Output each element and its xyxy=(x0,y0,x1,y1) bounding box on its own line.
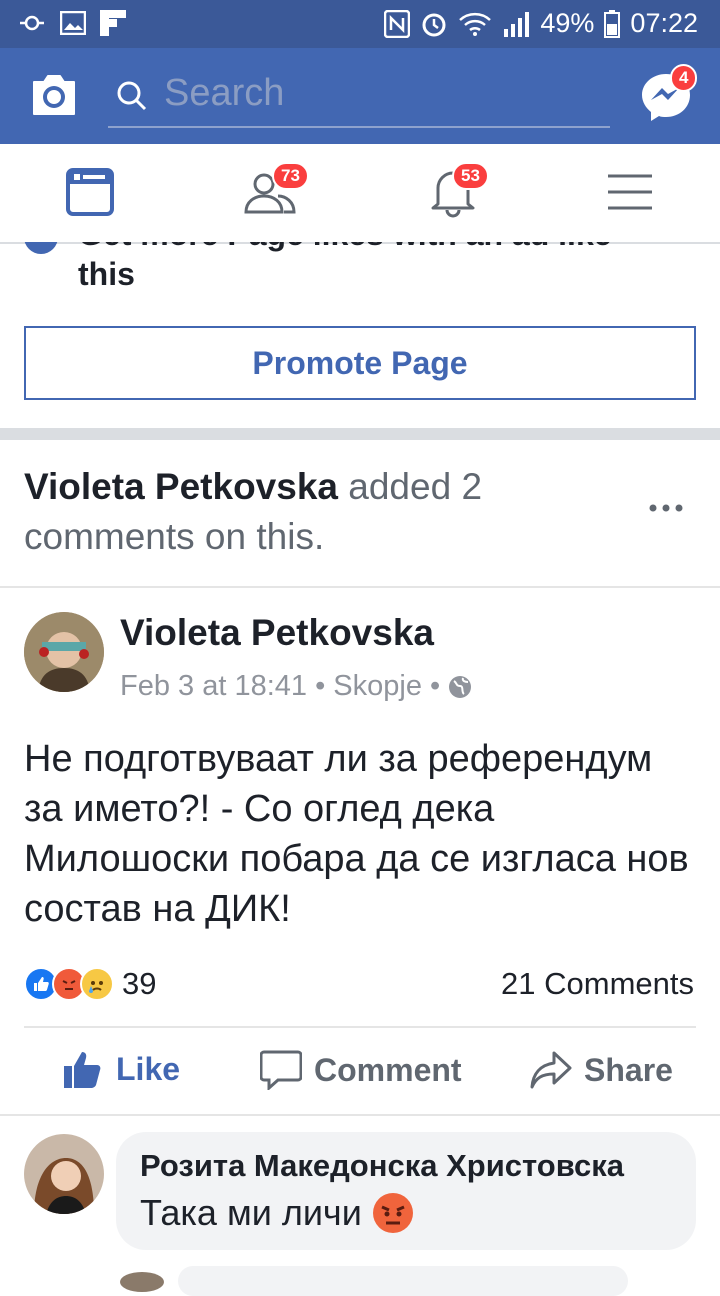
promo-partial-text: Get more Page likes with an ad like xyxy=(78,242,612,253)
tab-friends[interactable]: 73 xyxy=(244,162,309,219)
wifi-icon xyxy=(459,12,492,36)
globe-icon xyxy=(449,675,472,698)
avatar xyxy=(24,612,104,692)
battery-icon xyxy=(604,9,621,38)
nfc-icon xyxy=(384,9,411,38)
post-timestamp-location[interactable]: Feb 3 at 18:41 • Skopje • xyxy=(120,670,440,703)
tab-notifications[interactable]: 53 xyxy=(428,162,489,223)
more-options-button[interactable] xyxy=(648,500,684,518)
tab-bar: 73 53 xyxy=(0,144,720,244)
activity-actor[interactable]: Violeta Petkovska xyxy=(24,466,338,507)
comment-text: Така ми личи xyxy=(140,1192,362,1233)
divider xyxy=(0,586,720,588)
messenger-badge: 4 xyxy=(670,64,698,92)
tab-news-feed[interactable] xyxy=(66,168,114,221)
comment-bubble-icon xyxy=(260,1050,302,1090)
status-bar: 49% 07:22 xyxy=(0,0,720,48)
battery-percent: 49% xyxy=(540,8,595,38)
share-button[interactable]: Share xyxy=(530,1050,673,1090)
avatar xyxy=(24,1134,104,1214)
news-feed-icon xyxy=(66,168,114,216)
next-commenter-avatar[interactable] xyxy=(120,1272,164,1292)
clock: 07:22 xyxy=(630,8,698,38)
promo-text-tail: this xyxy=(78,256,135,292)
alarm-icon xyxy=(422,13,446,36)
commenter-avatar[interactable] xyxy=(24,1134,104,1214)
tab-menu[interactable] xyxy=(608,174,652,215)
comment-author[interactable]: Розита Македонска Христовска xyxy=(140,1148,624,1184)
angry-face-emoji-icon xyxy=(372,1193,413,1233)
hamburger-menu-icon xyxy=(608,174,652,210)
next-comment-bubble[interactable] xyxy=(178,1266,628,1296)
app-header: Search 4 xyxy=(0,48,720,144)
share-arrow-icon xyxy=(530,1051,572,1089)
link-icon xyxy=(20,15,44,31)
reaction-count: 39 xyxy=(122,966,157,1001)
sad-reaction-icon xyxy=(80,967,114,1001)
divider xyxy=(0,1114,720,1116)
divider xyxy=(24,1026,696,1028)
search-input[interactable]: Search xyxy=(164,72,284,115)
comment-text-row: Така ми личи xyxy=(140,1192,414,1234)
activity-header: Violeta Petkovska added 2 comments on th… xyxy=(24,462,624,562)
thumbs-up-icon xyxy=(64,1052,101,1088)
like-label: Like xyxy=(116,1050,181,1087)
post-body: Не подготвуваат ли за референдум за имет… xyxy=(24,738,689,930)
share-label: Share xyxy=(584,1051,673,1088)
search-icon xyxy=(117,81,147,111)
flipboard-icon xyxy=(100,10,126,36)
camera-button[interactable] xyxy=(30,72,78,121)
promo-card: Get more Page likes with an ad like this… xyxy=(0,242,720,428)
friends-badge: 73 xyxy=(272,162,309,190)
comment-label: Comment xyxy=(314,1051,462,1088)
comments-count[interactable]: 21 Comments xyxy=(501,966,694,1002)
post-author[interactable]: Violeta Petkovska xyxy=(120,612,434,654)
notifications-badge: 53 xyxy=(452,162,489,190)
comment-button[interactable]: Comment xyxy=(260,1050,462,1090)
promote-page-button[interactable]: Promote Page xyxy=(24,326,696,400)
author-avatar[interactable] xyxy=(24,612,104,692)
messenger-button[interactable]: 4 xyxy=(640,64,698,127)
feed-divider xyxy=(0,428,720,440)
post-meta: Feb 3 at 18:41 • Skopje • xyxy=(120,670,472,703)
more-horizontal-icon xyxy=(649,504,683,512)
reactions-summary[interactable]: 39 xyxy=(24,966,156,1002)
signal-icon xyxy=(504,11,530,37)
gallery-icon xyxy=(60,11,86,35)
comment-bubble[interactable]: Розита Македонска Христовска Така ми лич… xyxy=(116,1132,696,1250)
promo-icon xyxy=(24,242,58,254)
like-button[interactable]: Like xyxy=(62,1048,180,1090)
search-bar[interactable]: Search xyxy=(108,66,610,128)
camera-icon xyxy=(33,75,75,115)
